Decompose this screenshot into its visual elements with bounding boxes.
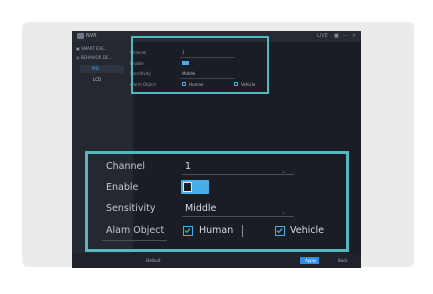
highlight-box-small [131, 36, 269, 94]
human-checkbox[interactable] [183, 226, 193, 236]
vehicle-label: Vehicle [290, 225, 324, 236]
enable-label: Enable [106, 182, 139, 193]
sidebar-item-sub[interactable]: LCD [93, 77, 101, 82]
close-icon[interactable]: ✕ [352, 33, 356, 39]
sidebar-item-smart-event[interactable]: ▣ SMART EVE... [76, 46, 108, 51]
alarm-object-label: Alam Object [106, 225, 165, 236]
channel-label: Channel [106, 161, 146, 172]
sensitivity-underline [182, 216, 294, 217]
footer-bar: Default Apply Back [72, 253, 361, 268]
channel-value[interactable]: 1 [185, 161, 191, 173]
sensitivity-dropdown-icon[interactable]: ⌄ [281, 209, 286, 217]
menu-icon[interactable]: ■ [334, 33, 339, 39]
minimize-icon[interactable]: — [343, 33, 348, 39]
toggle-knob [183, 182, 192, 192]
sidebar-item-selected[interactable]: PID [80, 65, 124, 73]
default-button[interactable]: Default [146, 258, 161, 263]
app-logo-icon [77, 33, 84, 39]
channel-underline [182, 174, 294, 175]
channel-dropdown-icon[interactable]: ⌄ [281, 168, 286, 176]
apply-button[interactable]: Apply [300, 257, 319, 264]
app-title: NVR [86, 33, 97, 39]
sensitivity-label: Sensitivity [106, 203, 156, 214]
sidebar-selected-label: PID [92, 66, 99, 71]
live-button[interactable]: LIVE [317, 33, 328, 39]
checkbox-separator [242, 225, 243, 237]
vehicle-checkbox[interactable] [275, 226, 285, 236]
back-button[interactable]: Back [338, 258, 348, 263]
check-icon [184, 228, 191, 234]
apply-button-label: Apply [305, 258, 317, 263]
enable-toggle[interactable] [181, 180, 209, 194]
alarm-object-underline [102, 240, 167, 241]
sensitivity-value[interactable]: Middle [185, 203, 216, 215]
sidebar-item-behavior[interactable]: ◍ BEHAVIOR DE... [76, 55, 112, 60]
check-icon [276, 228, 283, 234]
human-label: Human [199, 225, 234, 236]
